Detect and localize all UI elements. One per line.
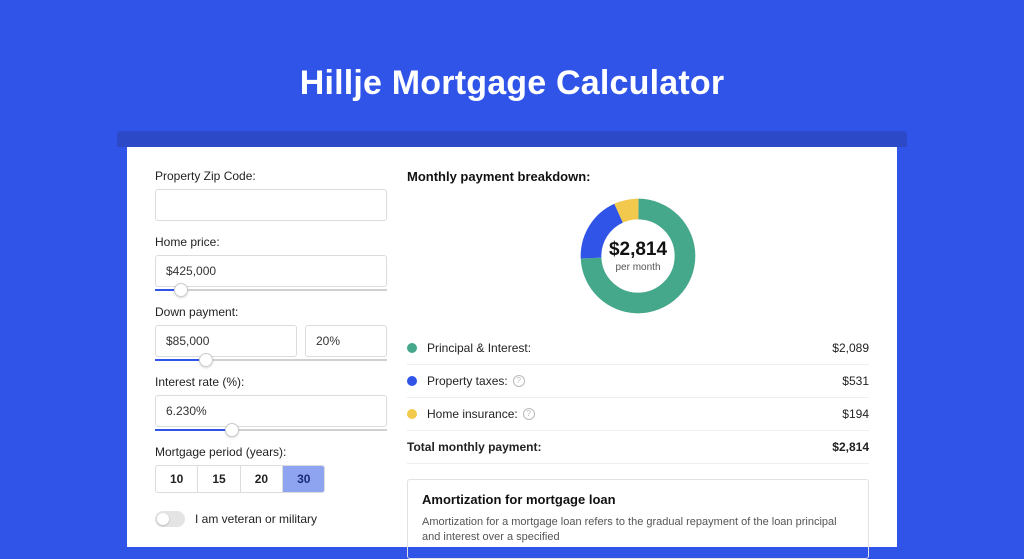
legend-row-pi: Principal & Interest: $2,089 xyxy=(407,332,869,365)
amortization-title: Amortization for mortgage loan xyxy=(422,492,854,507)
dot-icon xyxy=(407,343,417,353)
legend-row-tax: Property taxes: ? $531 xyxy=(407,365,869,398)
home-price-label: Home price: xyxy=(155,235,387,249)
zip-label: Property Zip Code: xyxy=(155,169,387,183)
donut-sub: per month xyxy=(609,262,667,273)
zip-group: Property Zip Code: xyxy=(155,169,387,221)
down-payment-group: Down payment: xyxy=(155,305,387,361)
veteran-toggle[interactable] xyxy=(155,511,185,527)
down-payment-label: Down payment: xyxy=(155,305,387,319)
dot-icon xyxy=(407,409,417,419)
slider-thumb[interactable] xyxy=(225,423,239,437)
info-icon[interactable]: ? xyxy=(523,408,535,420)
period-option-10[interactable]: 10 xyxy=(156,466,198,492)
info-icon[interactable]: ? xyxy=(513,375,525,387)
legend-value: $2,089 xyxy=(832,341,869,355)
results-panel: Monthly payment breakdown: $2,814 per mo… xyxy=(407,147,897,547)
period-option-30[interactable]: 30 xyxy=(283,466,324,492)
home-price-slider[interactable] xyxy=(155,289,387,291)
period-selector: 10 15 20 30 xyxy=(155,465,325,493)
card-header-band xyxy=(117,131,907,147)
interest-slider[interactable] xyxy=(155,429,387,431)
interest-input[interactable] xyxy=(155,395,387,427)
breakdown-header: Monthly payment breakdown: xyxy=(407,169,869,184)
period-group: Mortgage period (years): 10 15 20 30 xyxy=(155,445,387,493)
toggle-knob xyxy=(157,513,169,525)
home-price-input[interactable] xyxy=(155,255,387,287)
veteran-label: I am veteran or military xyxy=(195,512,317,526)
form-panel: Property Zip Code: Home price: Down paym… xyxy=(127,147,407,547)
donut-amount: $2,814 xyxy=(609,239,667,261)
down-payment-input[interactable] xyxy=(155,325,297,357)
legend-label: Property taxes: xyxy=(427,374,508,388)
down-payment-slider[interactable] xyxy=(155,359,387,361)
down-payment-pct-input[interactable] xyxy=(305,325,387,357)
zip-input[interactable] xyxy=(155,189,387,221)
interest-group: Interest rate (%): xyxy=(155,375,387,431)
period-label: Mortgage period (years): xyxy=(155,445,387,459)
legend-value: $194 xyxy=(842,407,869,421)
legend-row-ins: Home insurance: ? $194 xyxy=(407,398,869,431)
legend-value: $531 xyxy=(842,374,869,388)
page-title: Hillje Mortgage Calculator xyxy=(0,0,1024,131)
amortization-box: Amortization for mortgage loan Amortizat… xyxy=(407,479,869,559)
calculator-card: Property Zip Code: Home price: Down paym… xyxy=(127,147,897,547)
veteran-row: I am veteran or military xyxy=(155,511,387,527)
legend-row-total: Total monthly payment: $2,814 xyxy=(407,431,869,464)
home-price-group: Home price: xyxy=(155,235,387,291)
slider-thumb[interactable] xyxy=(199,353,213,367)
total-value: $2,814 xyxy=(832,440,869,454)
dot-icon xyxy=(407,376,417,386)
total-label: Total monthly payment: xyxy=(407,440,541,454)
legend-label: Home insurance: xyxy=(427,407,518,421)
legend: Principal & Interest: $2,089 Property ta… xyxy=(407,332,869,464)
amortization-text: Amortization for a mortgage loan refers … xyxy=(422,515,854,546)
period-option-15[interactable]: 15 xyxy=(198,466,240,492)
period-option-20[interactable]: 20 xyxy=(241,466,283,492)
legend-label: Principal & Interest: xyxy=(427,341,531,355)
donut-chart: $2,814 per month xyxy=(576,194,700,318)
interest-label: Interest rate (%): xyxy=(155,375,387,389)
slider-thumb[interactable] xyxy=(174,283,188,297)
